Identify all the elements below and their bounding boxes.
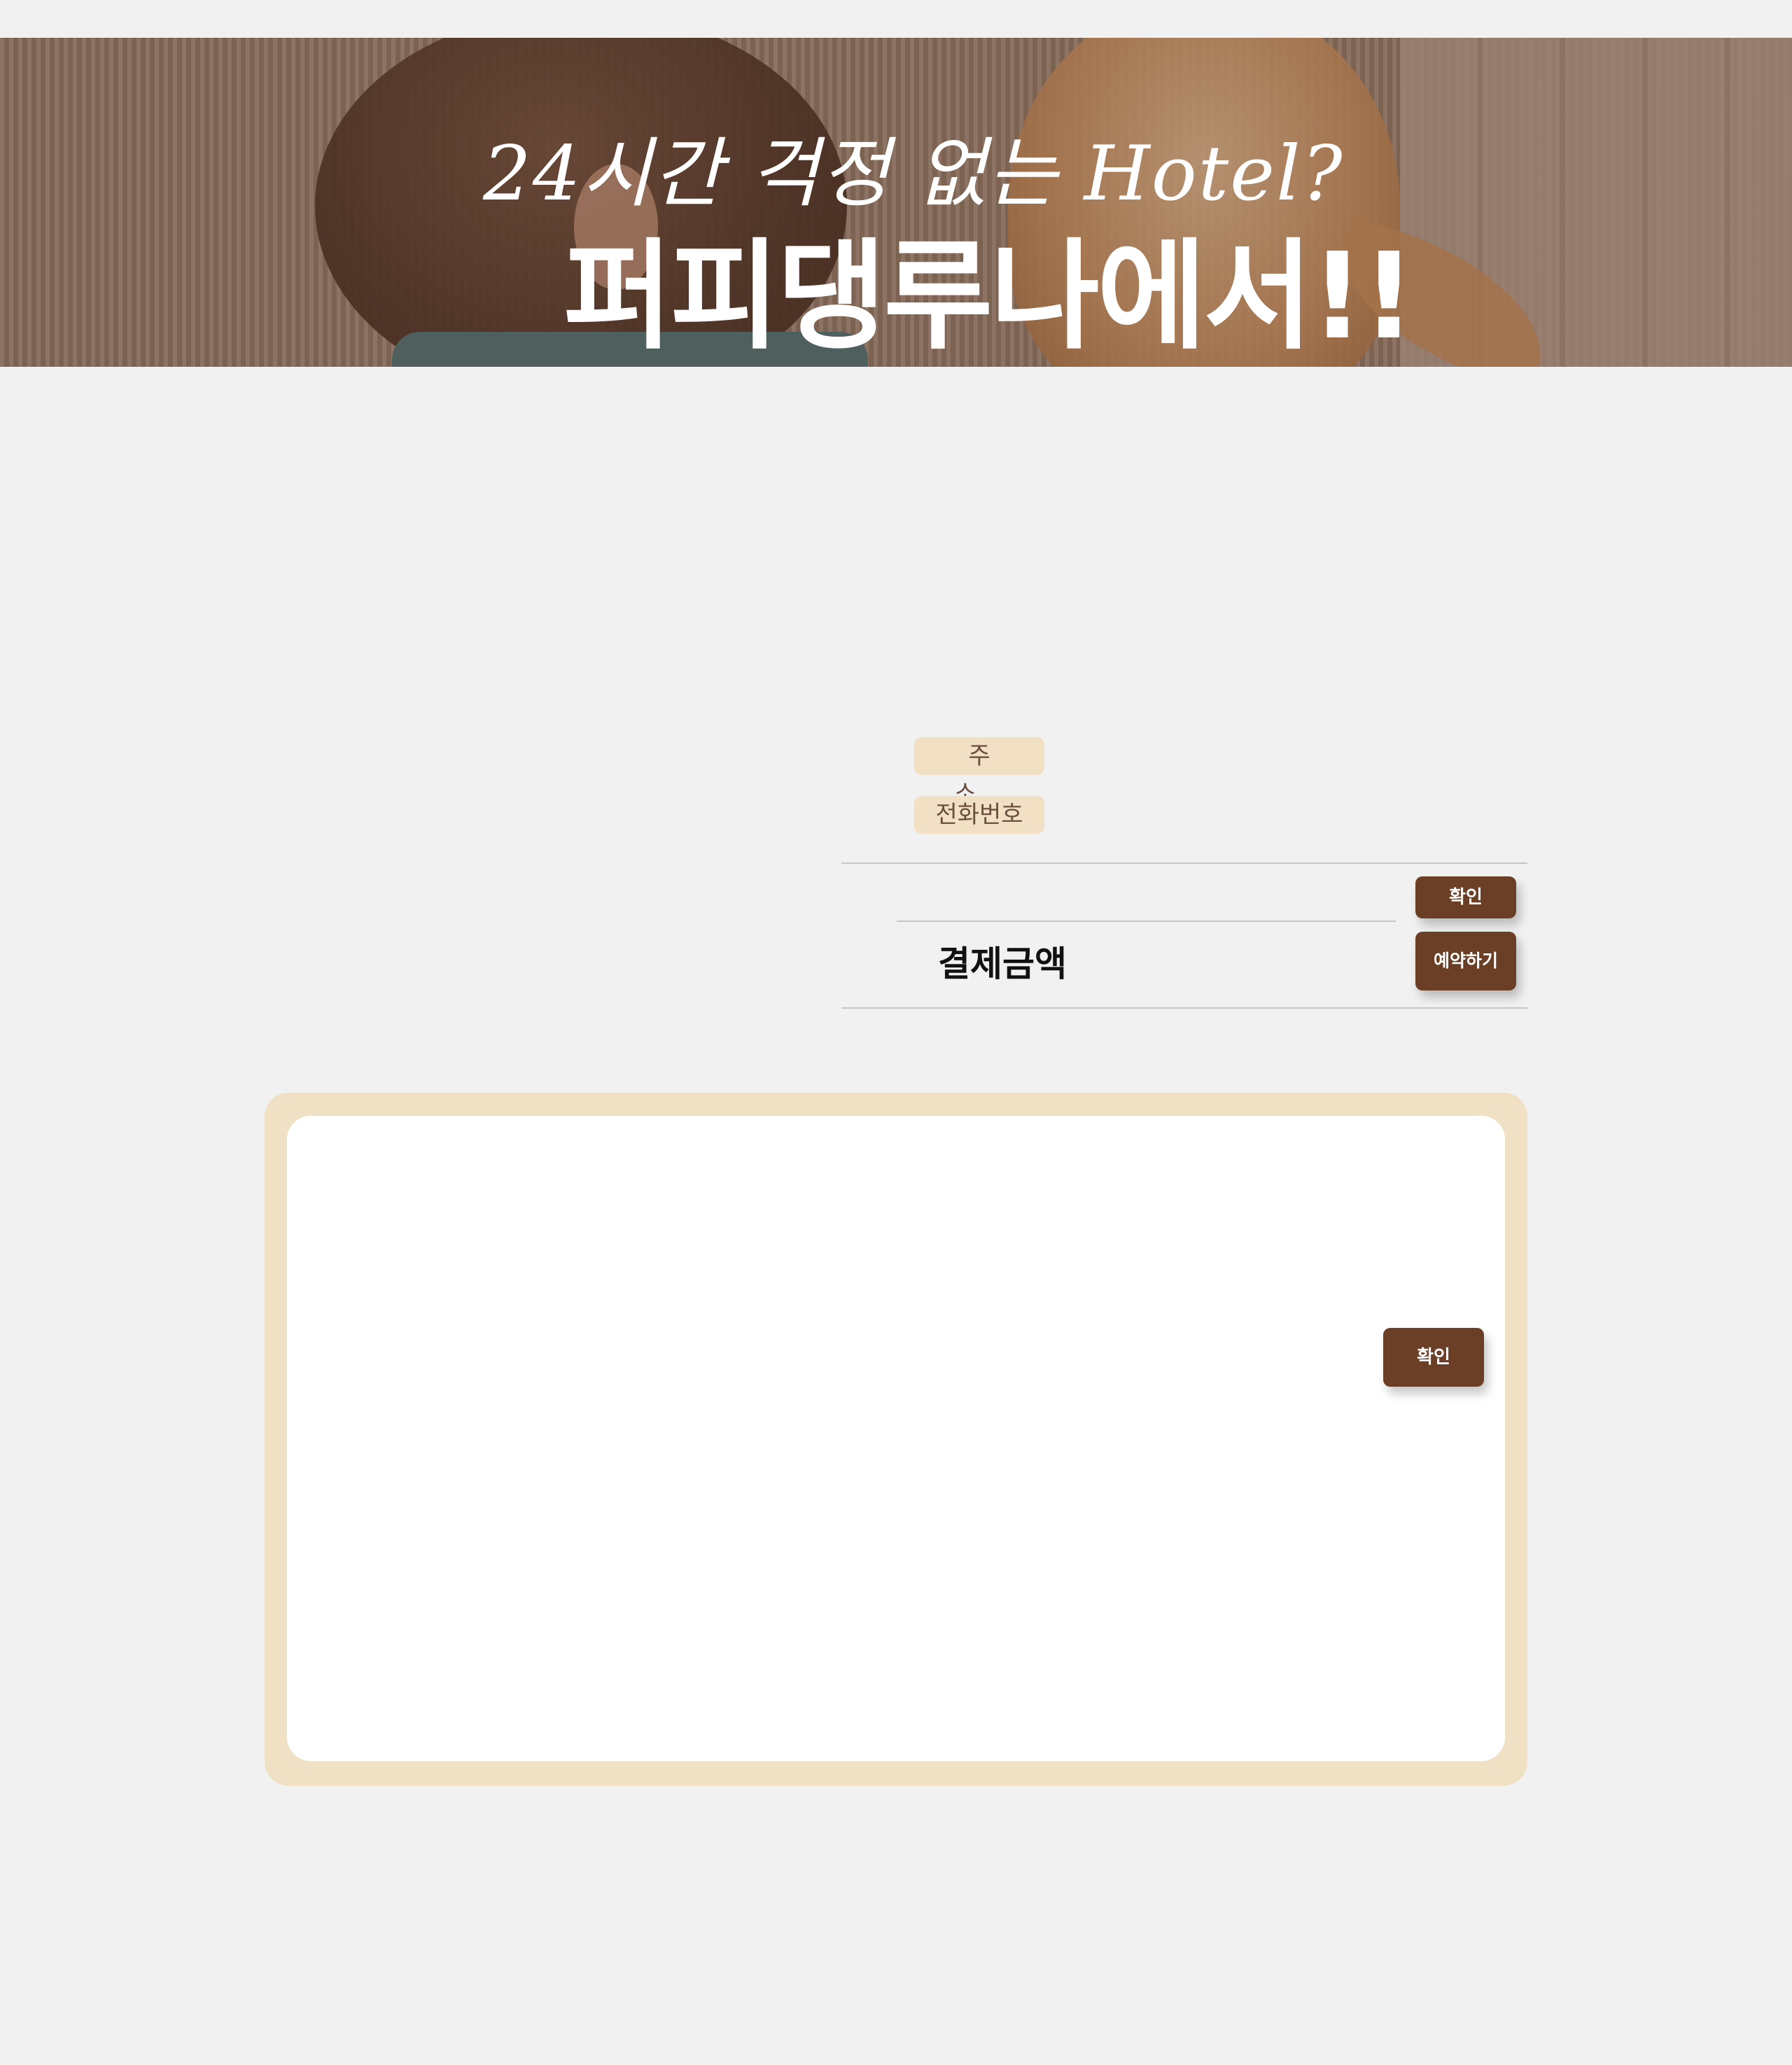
- divider-bottom: [841, 1007, 1527, 1009]
- address-label: 주 소: [914, 737, 1044, 808]
- divider-top: [841, 862, 1527, 864]
- hero-subtitle: 24시간 걱정 없는 Hotel?: [483, 130, 1344, 218]
- payment-amount-label: 결제금액: [938, 944, 1067, 984]
- reserve-button[interactable]: 예약하기: [1415, 932, 1516, 990]
- phone-label: 전화번호: [914, 796, 1044, 834]
- hero-banner: 24시간 걱정 없는 Hotel? 퍼피댕루나에서!!: [0, 38, 1792, 367]
- input-underline: [897, 920, 1396, 922]
- confirm-button[interactable]: 확인: [1415, 876, 1516, 918]
- modal-confirm-button[interactable]: 확인: [1383, 1328, 1484, 1387]
- hero-title: 퍼피댕루나에서!!: [564, 227, 1416, 366]
- modal-body: [287, 1116, 1505, 1761]
